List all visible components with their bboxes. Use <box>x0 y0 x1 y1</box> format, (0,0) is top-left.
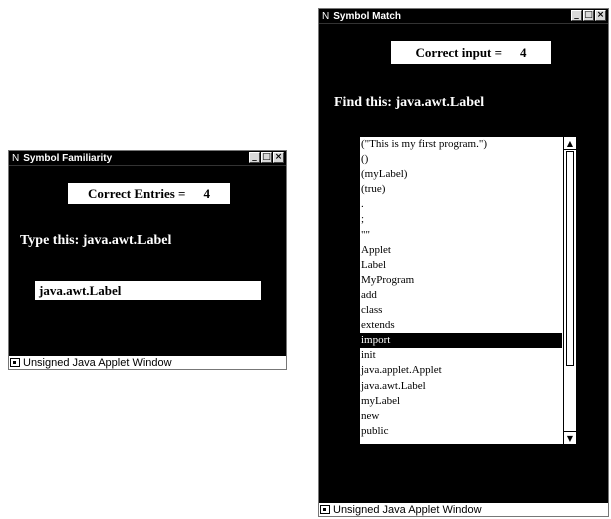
list-item[interactable]: java.applet.Applet <box>360 363 562 378</box>
list-item[interactable]: public <box>360 424 562 439</box>
maximize-button[interactable]: □ <box>261 152 272 163</box>
list-item[interactable]: init <box>360 348 562 363</box>
scroll-thumb[interactable] <box>566 151 574 366</box>
status-text: Unsigned Java Applet Window <box>333 503 482 516</box>
answer-input[interactable]: java.awt.Label <box>35 281 261 300</box>
list-item[interactable]: class <box>360 303 562 318</box>
status-bar: Unsigned Java Applet Window <box>9 355 286 369</box>
title-bar[interactable]: N Symbol Familiarity _ □ × <box>9 151 286 166</box>
list-item[interactable]: add <box>360 288 562 303</box>
window-title: Symbol Familiarity <box>23 152 113 164</box>
status-bar: Unsigned Java Applet Window <box>319 502 608 516</box>
symbol-list: ("This is my first program.")() (myLabel)… <box>360 137 562 439</box>
list-item[interactable]: myLabel <box>360 394 562 409</box>
status-text: Unsigned Java Applet Window <box>23 356 172 369</box>
window-title: Symbol Match <box>333 10 402 22</box>
title-bar[interactable]: N Symbol Match _ □ × <box>319 9 608 24</box>
symbol-familiarity-window: N Symbol Familiarity _ □ × Correct Entri… <box>8 150 287 370</box>
close-button[interactable]: × <box>273 152 284 163</box>
scroll-down-arrow-icon[interactable]: ▼ <box>564 431 576 444</box>
list-item[interactable]: (myLabel) <box>360 167 562 182</box>
score-box: Correct input = 4 <box>391 41 551 64</box>
list-item[interactable]: (true) <box>360 182 562 197</box>
prompt-text: Type this: java.awt.Label <box>20 233 172 248</box>
close-button[interactable]: × <box>595 10 606 21</box>
netscape-icon: N <box>12 152 20 164</box>
prompt-text: Find this: java.awt.Label <box>334 95 485 110</box>
symbol-match-window: N Symbol Match _ □ × Correct input = 4 F… <box>318 8 609 517</box>
netscape-icon: N <box>322 10 330 22</box>
applet-window-icon <box>10 358 20 367</box>
symbol-listbox[interactable]: ("This is my first program.")() (myLabel)… <box>359 136 577 445</box>
score-value: 4 <box>520 44 527 60</box>
score-value: 4 <box>203 185 210 201</box>
score-label: Correct Entries = <box>88 185 186 201</box>
list-item[interactable]: MyProgram <box>360 273 562 288</box>
list-item[interactable]: extends <box>360 318 562 333</box>
list-item[interactable]: new <box>360 409 562 424</box>
vertical-scrollbar[interactable]: ▲ ▼ <box>563 137 576 444</box>
list-item[interactable]: () <box>360 152 562 167</box>
scroll-up-arrow-icon[interactable]: ▲ <box>564 137 576 150</box>
list-item[interactable]: ("This is my first program.") <box>360 137 562 152</box>
maximize-button[interactable]: □ <box>583 10 594 21</box>
score-box: Correct Entries = 4 <box>68 183 230 204</box>
list-item[interactable]: Label <box>360 258 562 273</box>
minimize-button[interactable]: _ <box>571 10 582 21</box>
applet-window-icon <box>320 505 330 514</box>
list-item[interactable]: . <box>360 197 562 212</box>
list-item[interactable]: import <box>360 333 562 349</box>
list-item[interactable]: ; <box>360 212 562 227</box>
list-item[interactable]: "" <box>360 228 562 243</box>
list-item[interactable]: java.awt.Label <box>360 379 562 394</box>
score-label: Correct input = <box>415 44 503 60</box>
list-item[interactable]: Applet <box>360 243 562 258</box>
minimize-button[interactable]: _ <box>249 152 260 163</box>
